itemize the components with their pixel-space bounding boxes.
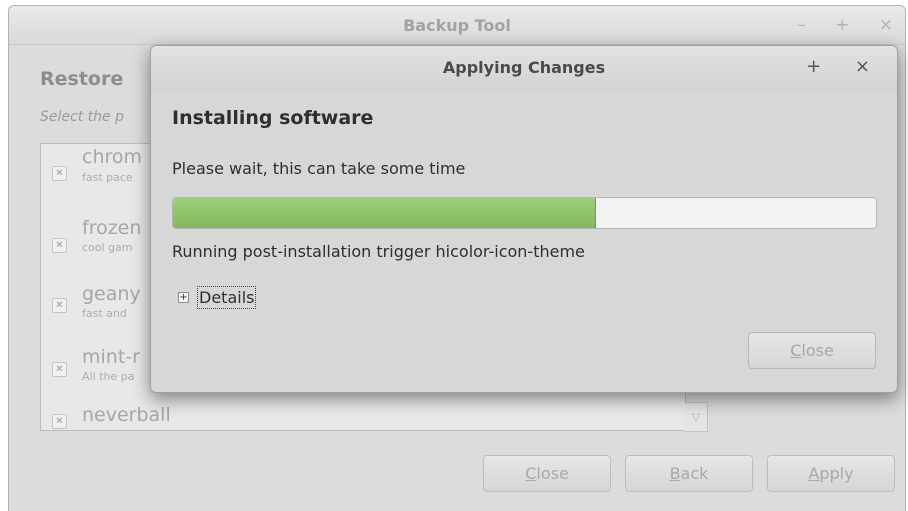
package-name: neverball: [82, 404, 171, 426]
details-expander[interactable]: + Details: [178, 285, 257, 309]
details-label[interactable]: Details: [197, 285, 257, 309]
back-mnemonic: B: [669, 464, 681, 483]
apply-mnemonic: A: [808, 464, 820, 483]
applying-changes-dialog: Applying Changes + × Installing software…: [150, 45, 898, 393]
package-description: cool gam: [82, 241, 133, 254]
dialog-heading: Installing software: [172, 107, 374, 129]
dialog-titlebar[interactable]: Applying Changes + ×: [151, 46, 897, 90]
dialog-window-controls[interactable]: + ×: [806, 56, 884, 77]
backup-tool-titlebar[interactable]: Backup Tool – + ×: [9, 6, 905, 45]
window-controls[interactable]: – + ×: [797, 15, 905, 35]
window-title: Backup Tool: [403, 16, 511, 35]
progress-status-text: Running post-installation trigger hicolo…: [172, 242, 585, 261]
package-description: fast pace: [82, 171, 133, 184]
package-name: frozen: [82, 217, 142, 239]
close-mnemonic: C: [525, 464, 537, 483]
close-label: lose: [536, 464, 569, 483]
package-description: fast and: [82, 307, 127, 320]
package-name: mint-r: [82, 346, 140, 368]
dialog-message: Please wait, this can take some time: [172, 159, 466, 178]
package-name: geany: [82, 283, 141, 305]
scroll-down-arrow-icon[interactable]: ▽: [685, 402, 708, 432]
package-checkbox[interactable]: ✕: [52, 298, 67, 313]
package-checkbox[interactable]: ✕: [52, 238, 67, 253]
progress-bar-fill: [173, 198, 596, 228]
restore-heading: Restore: [40, 68, 124, 90]
expand-plus-icon[interactable]: +: [178, 291, 189, 303]
apply-label: pply: [819, 464, 854, 483]
back-label: ack: [680, 464, 709, 483]
dialog-close-label: lose: [801, 341, 834, 360]
package-name: chrom: [82, 146, 143, 168]
dialog-close-button[interactable]: Close: [748, 332, 876, 369]
dialog-close-mnemonic: C: [790, 341, 802, 360]
package-checkbox[interactable]: ✕: [52, 414, 67, 429]
back-button[interactable]: Back: [625, 455, 753, 492]
progress-bar: [172, 197, 877, 229]
package-checkbox[interactable]: ✕: [52, 166, 67, 181]
close-button[interactable]: Close: [483, 455, 611, 492]
restore-subtitle: Select the p: [40, 109, 124, 125]
apply-button[interactable]: Apply: [767, 455, 895, 492]
package-description: All the pa: [82, 370, 135, 383]
dialog-title: Applying Changes: [442, 58, 606, 77]
package-checkbox[interactable]: ✕: [52, 362, 67, 377]
